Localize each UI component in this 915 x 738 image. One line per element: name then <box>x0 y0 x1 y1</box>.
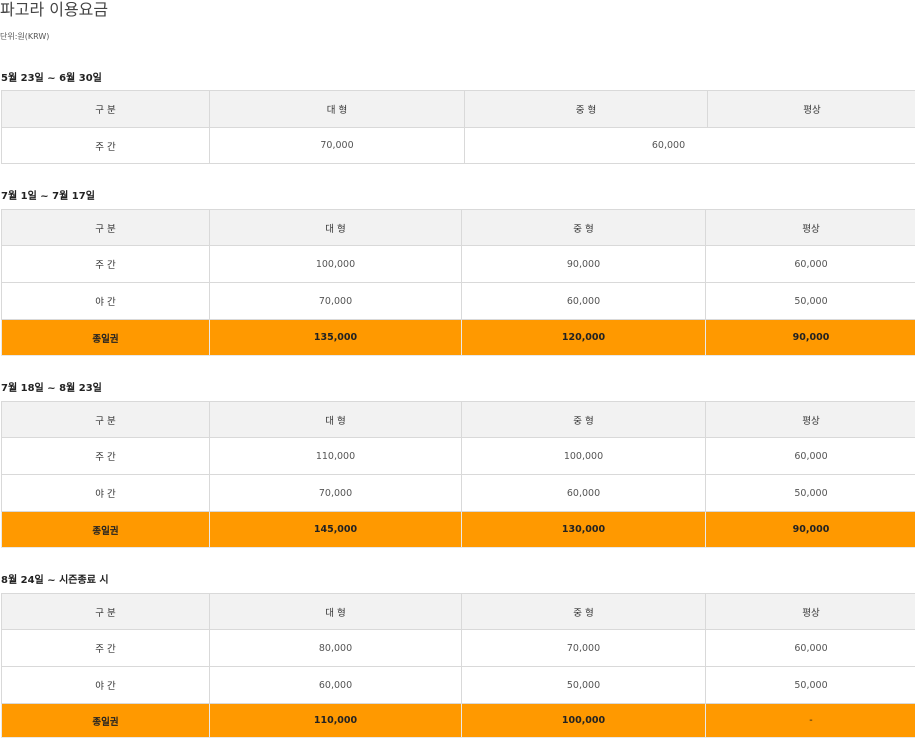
price-medium: 60,000 <box>462 475 706 512</box>
price-flat: 90,000 <box>706 512 915 548</box>
header-medium: 중 형 <box>465 91 708 128</box>
price-flat: 90,000 <box>706 320 915 356</box>
header-flat: 평상 <box>706 402 915 438</box>
price-large: 135,000 <box>210 320 462 356</box>
price-medium-flat: 60,000 <box>465 128 915 164</box>
price-table-4: 구 분 대 형 중 형 평상 주 간 80,000 70,000 60,000 … <box>1 593 915 738</box>
table-row: 주 간 70,000 60,000 <box>2 128 915 164</box>
header-large: 대 형 <box>210 594 462 630</box>
header-category: 구 분 <box>2 210 210 246</box>
unit-label: 단위:원(KRW) <box>0 31 49 42</box>
header-flat: 평상 <box>708 91 915 128</box>
row-label: 주 간 <box>2 630 210 667</box>
table-header-row: 구 분 대 형 중 형 평상 <box>2 594 915 630</box>
row-label: 종일권 <box>2 320 210 356</box>
price-table-1: 구 분 대 형 중 형 평상 주 간 70,000 60,000 <box>1 90 915 164</box>
section-title-4: 8월 24일 ~ 시즌종료 시 <box>1 575 109 587</box>
section-title-2: 7월 1일 ~ 7월 17일 <box>1 191 95 203</box>
header-category: 구 분 <box>2 91 210 128</box>
price-flat: 50,000 <box>706 475 915 512</box>
price-medium-flat-value: 60,000 <box>652 140 685 151</box>
price-medium: 70,000 <box>462 630 706 667</box>
table-row: 주 간 80,000 70,000 60,000 <box>2 630 915 667</box>
table-row: 야 간 60,000 50,000 50,000 <box>2 667 915 704</box>
row-label: 종일권 <box>2 512 210 548</box>
price-large: 70,000 <box>210 475 462 512</box>
price-large: 60,000 <box>210 667 462 704</box>
price-flat: 60,000 <box>706 246 915 283</box>
row-label: 주 간 <box>2 128 210 164</box>
header-large: 대 형 <box>210 91 465 128</box>
page-title: 파고라 이용요금 <box>0 0 108 20</box>
price-table-2: 구 분 대 형 중 형 평상 주 간 100,000 90,000 60,000… <box>1 209 915 356</box>
row-label: 주 간 <box>2 246 210 283</box>
table-row-fullday: 종일권 145,000 130,000 90,000 <box>2 512 915 548</box>
header-medium: 중 형 <box>462 402 706 438</box>
table-row: 야 간 70,000 60,000 50,000 <box>2 475 915 512</box>
price-flat: 60,000 <box>706 630 915 667</box>
price-flat: 50,000 <box>706 667 915 704</box>
price-large: 70,000 <box>210 128 465 164</box>
header-flat: 평상 <box>706 210 915 246</box>
table-row-fullday: 종일권 110,000 100,000 - <box>2 704 915 738</box>
table-row: 주 간 100,000 90,000 60,000 <box>2 246 915 283</box>
header-category: 구 분 <box>2 594 210 630</box>
price-large: 80,000 <box>210 630 462 667</box>
price-large: 100,000 <box>210 246 462 283</box>
row-label: 종일권 <box>2 704 210 738</box>
price-flat: 50,000 <box>706 283 915 320</box>
price-large: 110,000 <box>210 438 462 475</box>
row-label: 야 간 <box>2 283 210 320</box>
price-table-3: 구 분 대 형 중 형 평상 주 간 110,000 100,000 60,00… <box>1 401 915 548</box>
row-label: 야 간 <box>2 475 210 512</box>
table-row-fullday: 종일권 135,000 120,000 90,000 <box>2 320 915 356</box>
header-medium: 중 형 <box>462 594 706 630</box>
header-medium: 중 형 <box>462 210 706 246</box>
price-medium: 60,000 <box>462 283 706 320</box>
price-medium: 100,000 <box>462 438 706 475</box>
section-title-3: 7월 18일 ~ 8월 23일 <box>1 383 102 395</box>
price-medium: 50,000 <box>462 667 706 704</box>
row-label: 주 간 <box>2 438 210 475</box>
price-large: 110,000 <box>210 704 462 738</box>
price-medium: 120,000 <box>462 320 706 356</box>
table-header-row: 구 분 대 형 중 형 평상 <box>2 91 915 128</box>
price-medium: 130,000 <box>462 512 706 548</box>
price-medium: 90,000 <box>462 246 706 283</box>
header-large: 대 형 <box>210 210 462 246</box>
price-large: 70,000 <box>210 283 462 320</box>
table-header-row: 구 분 대 형 중 형 평상 <box>2 210 915 246</box>
header-large: 대 형 <box>210 402 462 438</box>
section-title-1: 5월 23일 ~ 6월 30일 <box>1 73 102 85</box>
table-header-row: 구 분 대 형 중 형 평상 <box>2 402 915 438</box>
table-row: 주 간 110,000 100,000 60,000 <box>2 438 915 475</box>
header-category: 구 분 <box>2 402 210 438</box>
price-large: 145,000 <box>210 512 462 548</box>
price-flat: - <box>706 704 915 738</box>
price-medium: 100,000 <box>462 704 706 738</box>
table-row: 야 간 70,000 60,000 50,000 <box>2 283 915 320</box>
price-flat: 60,000 <box>706 438 915 475</box>
header-flat: 평상 <box>706 594 915 630</box>
row-label: 야 간 <box>2 667 210 704</box>
